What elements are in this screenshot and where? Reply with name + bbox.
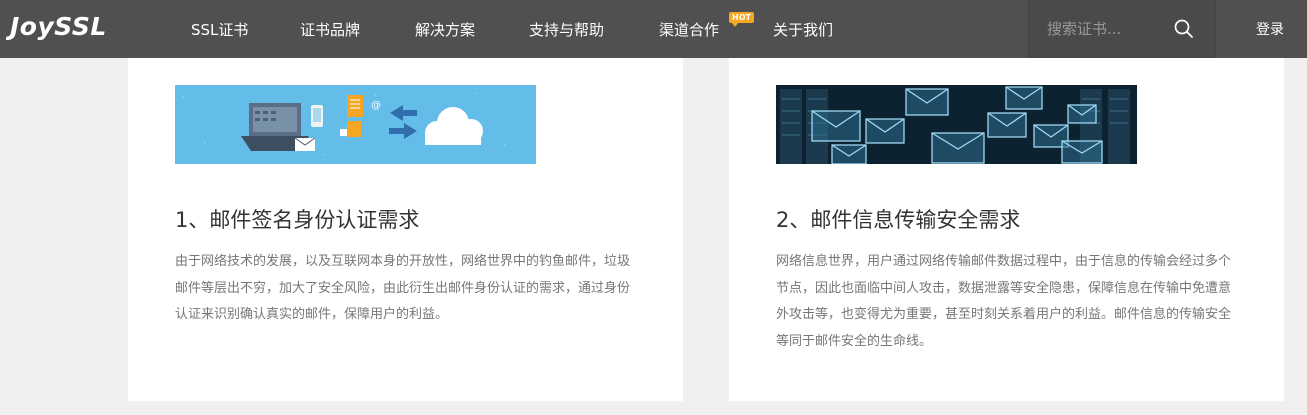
data-center-envelopes-illustration bbox=[776, 85, 1137, 164]
card-description: 由于网络技术的发展，以及互联网本身的开放性，网络世界中的钓鱼邮件，垃圾邮件等层出… bbox=[175, 254, 631, 322]
nav-item-support-help[interactable]: 支持与帮助 bbox=[529, 0, 604, 58]
nav-item-solutions[interactable]: 解决方案 bbox=[415, 0, 475, 58]
nav-item-ssl-certificates[interactable]: SSL证书 bbox=[191, 0, 248, 58]
card-title: 1、邮件签名身份认证需求 bbox=[175, 208, 420, 232]
card-title: 2、邮件信息传输安全需求 bbox=[776, 208, 1021, 232]
nav-item-channel-partnership[interactable]: 渠道合作 bbox=[659, 0, 719, 58]
nav-item-certificate-brands[interactable]: 证书品牌 bbox=[300, 0, 360, 58]
search-box bbox=[1028, 0, 1216, 58]
joyssl-logo[interactable]: JoySSL bbox=[10, 12, 107, 41]
login-button[interactable]: 登录 bbox=[1256, 0, 1284, 58]
card-description: 网络信息世界，用户通过网络传输邮件数据过程中，由于信息的传输会经过多个节点，因此… bbox=[776, 254, 1232, 349]
email-transmission-security-card: 2、邮件信息传输安全需求 网络信息世界，用户通过网络传输邮件数据过程中，由于信息… bbox=[729, 58, 1284, 401]
hot-badge: HOT bbox=[729, 12, 754, 27]
email-signature-auth-card: @ 1、邮件签名身份认证需求 由于网络技术的发展，以及互联网本身的开放性，网络世… bbox=[128, 58, 683, 401]
search-icon[interactable] bbox=[1173, 18, 1195, 40]
search-input[interactable] bbox=[1047, 17, 1167, 41]
email-cloud-illustration: @ bbox=[175, 85, 536, 164]
svg-text:@: @ bbox=[371, 100, 381, 111]
nav-item-about-us[interactable]: 关于我们 bbox=[773, 0, 833, 58]
top-navigation-bar: JoySSL SSL证书 证书品牌 解决方案 支持与帮助 渠道合作 HOT 关于… bbox=[0, 0, 1307, 58]
